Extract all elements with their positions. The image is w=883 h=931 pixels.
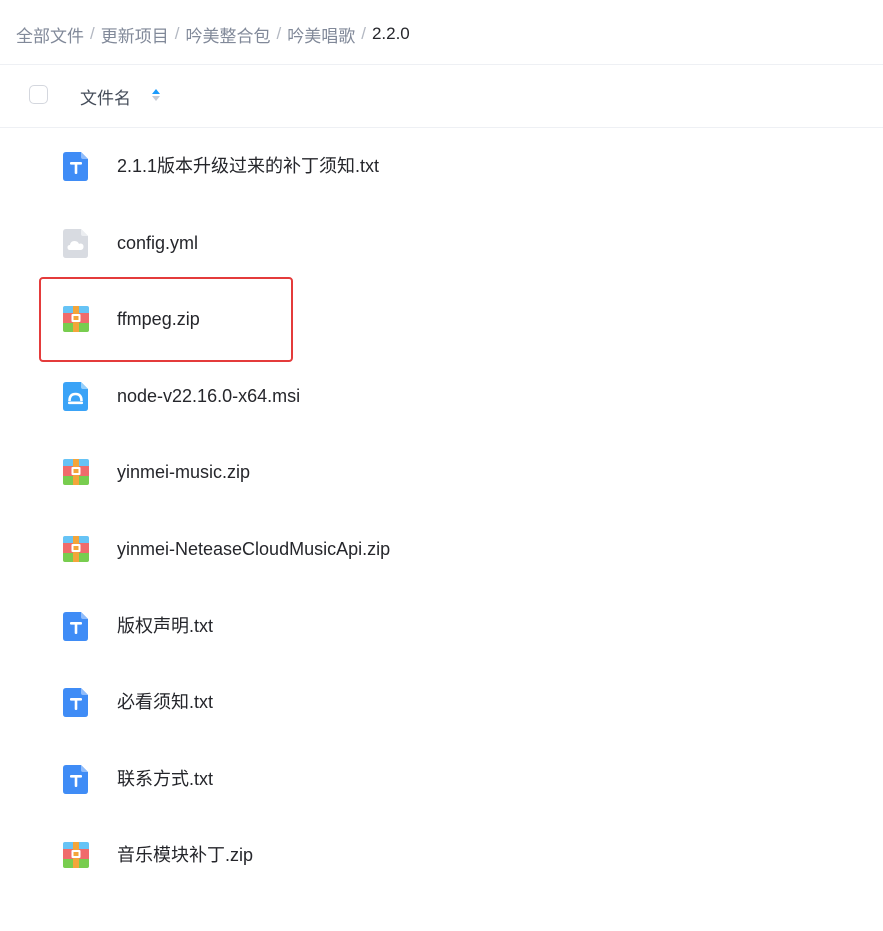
breadcrumb-separator: /	[90, 24, 95, 43]
file-row[interactable]: yinmei-music.zip	[0, 434, 883, 511]
breadcrumb-item-current-folder: 2.2.0	[371, 24, 410, 43]
zip-file-icon	[60, 303, 92, 335]
txt-file-icon	[60, 686, 92, 718]
file-name[interactable]: node-v22.16.0-x64.msi	[117, 385, 300, 407]
file-name[interactable]: 联系方式.txt	[117, 768, 213, 790]
zip-file-icon	[60, 839, 92, 871]
file-row[interactable]: ffmpeg.zip	[0, 281, 883, 358]
file-name[interactable]: config.yml	[117, 232, 198, 254]
file-row[interactable]: yinmei-NeteaseCloudMusicApi.zip	[0, 511, 883, 588]
txt-file-icon	[60, 763, 92, 795]
file-name[interactable]: 版权声明.txt	[117, 615, 213, 637]
file-name[interactable]: yinmei-music.zip	[117, 461, 250, 483]
breadcrumb-item-update-projects[interactable]: 更新项目	[101, 22, 169, 47]
file-row[interactable]: node-v22.16.0-x64.msi	[0, 358, 883, 435]
file-row[interactable]: 必看须知.txt	[0, 664, 883, 741]
file-list-header: 文件名	[0, 65, 883, 128]
file-row[interactable]: config.yml	[0, 205, 883, 282]
file-name[interactable]: ffmpeg.zip	[117, 308, 200, 330]
breadcrumb-separator: /	[174, 24, 180, 43]
zip-file-icon	[60, 456, 92, 488]
column-header-filename[interactable]: 文件名	[80, 84, 131, 109]
zip-file-icon	[60, 533, 92, 565]
file-row[interactable]: 2.1.1版本升级过来的补丁须知.txt	[0, 128, 883, 205]
file-row[interactable]: 版权声明.txt	[0, 588, 883, 665]
file-row[interactable]: 音乐模块补丁.zip	[0, 817, 883, 894]
file-row[interactable]: 联系方式.txt	[0, 741, 883, 818]
txt-file-icon	[60, 150, 92, 182]
file-name[interactable]: 必看须知.txt	[117, 691, 213, 713]
installer-file-icon	[60, 380, 92, 412]
sort-icon[interactable]	[149, 85, 163, 105]
select-all-checkbox[interactable]	[29, 85, 48, 104]
file-name[interactable]: 音乐模块补丁.zip	[117, 844, 253, 866]
breadcrumb: 全部文件 / 更新项目 / 吟美整合包 / 吟美唱歌 / 2.2.0	[16, 18, 410, 50]
file-name[interactable]: 2.1.1版本升级过来的补丁须知.txt	[117, 155, 379, 177]
file-list: 2.1.1版本升级过来的补丁须知.txt config.yml ffmpeg.z…	[0, 128, 883, 894]
breadcrumb-item-yinmei-singing[interactable]: 吟美唱歌	[287, 22, 355, 47]
txt-file-icon	[60, 610, 92, 642]
file-name[interactable]: yinmei-NeteaseCloudMusicApi.zip	[117, 538, 390, 560]
breadcrumb-item-all-files[interactable]: 全部文件	[16, 22, 84, 47]
breadcrumb-separator: /	[276, 24, 282, 43]
cloud-file-icon	[60, 227, 92, 259]
breadcrumb-separator: /	[361, 24, 366, 43]
breadcrumb-item-yinmei-package[interactable]: 吟美整合包	[185, 22, 270, 47]
